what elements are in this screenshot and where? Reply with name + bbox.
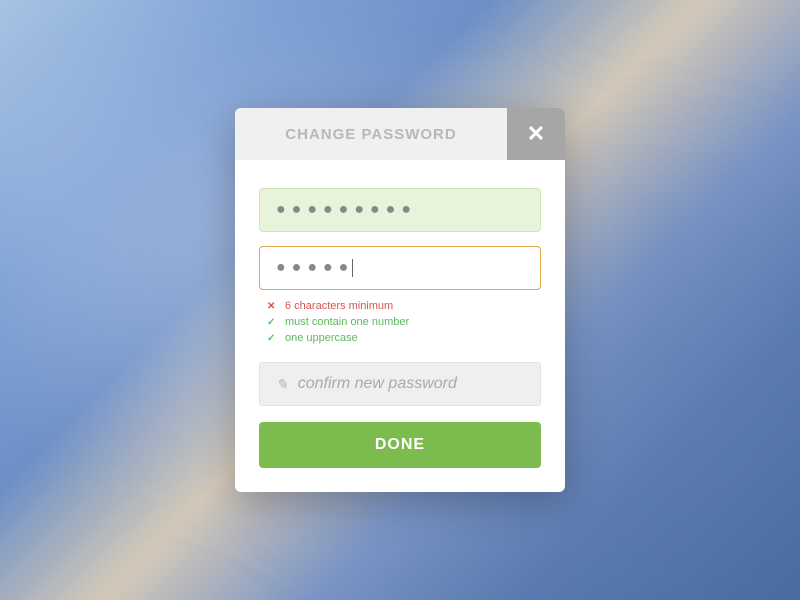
check-icon: ✓	[267, 333, 277, 344]
validation-text: 6 characters minimum	[285, 300, 393, 312]
confirm-password-field[interactable]: ✎ confirm new password	[259, 362, 541, 406]
text-cursor	[352, 259, 353, 277]
validation-rule-minlength: ✕ 6 characters minimum	[267, 300, 541, 312]
modal-title: CHANGE PASSWORD	[235, 108, 507, 160]
validation-rule-uppercase: ✓ one uppercase	[267, 332, 541, 344]
modal-header: CHANGE PASSWORD ✕	[235, 108, 565, 160]
validation-text: must contain one number	[285, 316, 409, 328]
validation-rule-number: ✓ must contain one number	[267, 316, 541, 328]
validation-text: one uppercase	[285, 332, 358, 344]
close-icon: ✕	[527, 121, 545, 147]
validation-list: ✕ 6 characters minimum ✓ must contain on…	[259, 300, 541, 344]
close-button[interactable]: ✕	[507, 108, 565, 160]
modal-body: ●●●●●●●●● ●●●●● ✕ 6 characters minimum ✓…	[235, 160, 565, 492]
confirm-placeholder: confirm new password	[298, 375, 457, 393]
new-password-value: ●●●●●	[276, 259, 354, 277]
x-icon: ✕	[267, 301, 277, 312]
pencil-icon: ✎	[276, 376, 288, 393]
done-button[interactable]: DONE	[259, 422, 541, 468]
change-password-modal: CHANGE PASSWORD ✕ ●●●●●●●●● ●●●●● ✕ 6 ch…	[235, 108, 565, 492]
current-password-value: ●●●●●●●●●	[276, 201, 417, 219]
new-password-field[interactable]: ●●●●●	[259, 246, 541, 290]
current-password-field[interactable]: ●●●●●●●●●	[259, 188, 541, 232]
check-icon: ✓	[267, 317, 277, 328]
